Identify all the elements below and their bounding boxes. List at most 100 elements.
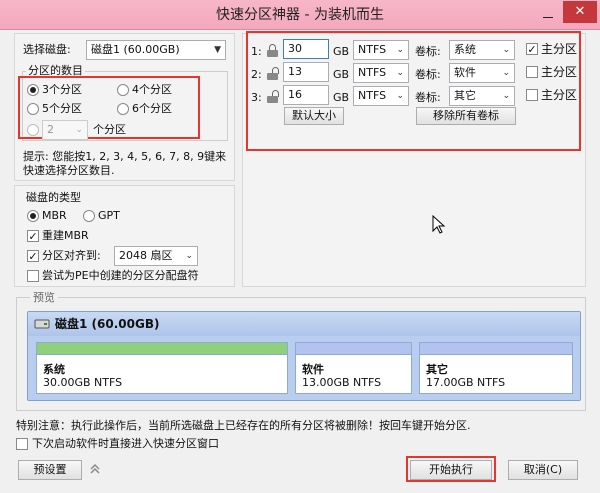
start-button[interactable]: 开始执行 <box>410 460 492 480</box>
try-pe-label: 尝试为PE中创建的分区分配盘符 <box>42 269 199 282</box>
chevron-down-icon: ⌄ <box>75 125 83 135</box>
filesystem-select[interactable]: NTFS ⌄ <box>353 86 409 106</box>
partition-color-bar <box>37 343 287 355</box>
hint-line-1: 提示: 您能按1, 2, 3, 4, 5, 6, 7, 8, 9键来 <box>23 150 227 163</box>
partition-color-bar <box>420 343 572 355</box>
chevron-down-icon: ⌄ <box>396 91 404 101</box>
radio-4-partitions[interactable] <box>117 84 129 96</box>
disk-type-label: 磁盘的类型 <box>26 191 81 204</box>
primary-label: 主分区 <box>541 88 578 102</box>
unlock-icon[interactable] <box>267 90 279 103</box>
volume-label-value: 软件 <box>454 66 476 79</box>
filesystem-value: NTFS <box>358 89 387 102</box>
volume-label-caption: 卷标: <box>415 68 441 81</box>
partition-block: 其它 17.00GB NTFS <box>419 342 573 394</box>
close-button[interactable]: ✕ <box>563 1 597 23</box>
volume-label-select[interactable]: 其它 ⌄ <box>449 86 515 106</box>
volume-label-value: 系统 <box>454 43 476 56</box>
size-unit: GB <box>333 68 350 81</box>
radio-mbr[interactable] <box>27 210 39 222</box>
size-unit: GB <box>333 45 350 58</box>
volume-label-caption: 卷标: <box>415 91 441 104</box>
primary-checkbox[interactable]: ✓ <box>526 43 538 55</box>
partition-index: 2: <box>251 68 262 81</box>
chevron-down-icon: ⌄ <box>502 91 510 101</box>
disk-icon <box>34 319 50 329</box>
volume-label-caption: 卷标: <box>415 45 441 58</box>
disk-preview: 磁盘1 (60.00GB) 系统 30.00GB NTFS 软件 13.00GB… <box>27 311 581 401</box>
title-bar: 快速分区神器 - 为装机而生 ✕ <box>0 0 600 30</box>
radio-5-partitions[interactable] <box>27 103 39 115</box>
volume-label-select[interactable]: 系统 ⌄ <box>449 40 515 60</box>
radio-3-partitions[interactable] <box>27 84 39 96</box>
chevron-down-icon: ⌄ <box>502 68 510 78</box>
filesystem-select[interactable]: NTFS ⌄ <box>353 40 409 60</box>
partition-block: 系统 30.00GB NTFS <box>36 342 288 394</box>
radio-6-partitions[interactable] <box>117 103 129 115</box>
cancel-button[interactable]: 取消(C) <box>508 460 578 480</box>
primary-checkbox[interactable] <box>526 66 538 78</box>
radio-custom-partitions[interactable] <box>27 124 39 136</box>
mouse-cursor-icon <box>432 215 446 234</box>
remove-labels-button[interactable]: 移除所有卷标 <box>416 107 516 125</box>
volume-label-select[interactable]: 软件 ⌄ <box>449 63 515 83</box>
rebuild-mbr-checkbox[interactable]: ✓ <box>27 230 39 242</box>
partition-index: 3: <box>251 91 262 104</box>
partition-name: 系统 <box>43 363 65 376</box>
quick-enter-label: 下次启动软件时直接进入快速分区窗口 <box>32 437 219 450</box>
disk-select[interactable]: 磁盘1 (60.00GB) ▼ <box>86 40 226 60</box>
filesystem-value: NTFS <box>358 66 387 79</box>
partition-size: 17.00GB NTFS <box>426 376 506 389</box>
chevron-down-icon: ▼ <box>214 45 221 55</box>
disk-select-label: 选择磁盘: <box>23 43 71 56</box>
partition-index: 1: <box>251 45 262 58</box>
align-select[interactable]: 2048 扇区 ⌄ <box>114 246 198 266</box>
size-unit: GB <box>333 91 350 104</box>
double-chevron-up-icon[interactable] <box>88 462 102 476</box>
minimize-button[interactable] <box>540 6 556 22</box>
primary-label: 主分区 <box>541 42 578 56</box>
chevron-down-icon: ⌄ <box>185 251 193 261</box>
filesystem-select[interactable]: NTFS ⌄ <box>353 63 409 83</box>
partition-size: 13.00GB NTFS <box>302 376 382 389</box>
quick-enter-checkbox[interactable] <box>16 438 28 450</box>
align-label: 分区对齐到: <box>42 249 101 262</box>
radio-gpt[interactable] <box>83 210 95 222</box>
partition-size-input[interactable]: 13 <box>283 62 329 82</box>
align-value: 2048 扇区 <box>119 249 173 262</box>
partition-size-input[interactable]: 30 <box>283 39 329 59</box>
filesystem-value: NTFS <box>358 43 387 56</box>
unlock-icon[interactable] <box>267 67 279 80</box>
chevron-down-icon: ⌄ <box>396 68 404 78</box>
disk-name: 磁盘1 (60.00GB) <box>55 317 160 331</box>
mbr-label: MBR <box>42 209 67 222</box>
gpt-label: GPT <box>98 209 120 222</box>
chevron-down-icon: ⌄ <box>396 45 404 55</box>
align-checkbox[interactable]: ✓ <box>27 250 39 262</box>
partition-name: 软件 <box>302 363 324 376</box>
preview-label: 预览 <box>30 291 58 305</box>
radio-4-label: 4个分区 <box>132 83 172 96</box>
disk-select-value: 磁盘1 (60.00GB) <box>91 43 180 56</box>
window-title: 快速分区神器 - 为装机而生 <box>216 7 384 23</box>
custom-count-value: 2 <box>47 123 54 136</box>
rebuild-mbr-label: 重建MBR <box>42 229 89 242</box>
partition-size-input[interactable]: 16 <box>283 85 329 105</box>
custom-count-suffix: 个分区 <box>93 123 126 136</box>
partition-color-bar <box>296 343 411 355</box>
partition-block: 软件 13.00GB NTFS <box>295 342 412 394</box>
partition-size: 30.00GB NTFS <box>43 376 123 389</box>
try-pe-checkbox[interactable] <box>27 270 39 282</box>
default-size-button[interactable]: 默认大小 <box>284 107 344 125</box>
hint-line-2: 快速选择分区数目. <box>23 164 115 177</box>
primary-label: 主分区 <box>541 65 578 79</box>
preset-button[interactable]: 预设置 <box>18 460 82 480</box>
radio-6-label: 6个分区 <box>132 102 172 115</box>
custom-count-select[interactable]: 2 ⌄ <box>42 120 88 140</box>
lock-icon[interactable] <box>267 44 278 57</box>
primary-checkbox[interactable] <box>526 89 538 101</box>
radio-5-label: 5个分区 <box>42 102 82 115</box>
radio-3-label: 3个分区 <box>42 83 82 96</box>
volume-label-value: 其它 <box>454 89 476 102</box>
chevron-down-icon: ⌄ <box>502 45 510 55</box>
